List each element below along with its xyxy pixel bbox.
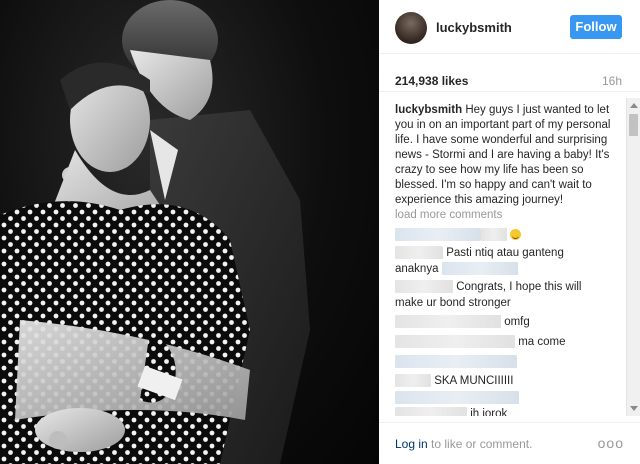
comment-text-blurred: [395, 391, 519, 405]
login-prompt: Log in to like or comment.: [395, 437, 532, 451]
comment-text: ma come: [518, 336, 566, 348]
comment-text: [481, 228, 507, 242]
post-time[interactable]: 16h: [602, 74, 622, 88]
comment: Pasti ntiq atau ganteng: [395, 245, 623, 261]
comment: [395, 227, 623, 243]
comment: [395, 390, 623, 406]
post-photo[interactable]: [0, 0, 379, 464]
caption: luckybsmith Hey guys I just wanted to le…: [395, 103, 623, 208]
comment: Congrats, I hope this will: [395, 279, 623, 295]
comment-username[interactable]: [395, 280, 453, 294]
comment: ih jorok: [395, 406, 623, 416]
comment: anaknya: [395, 261, 623, 277]
comment: omfg: [395, 314, 623, 330]
comment-username[interactable]: [395, 335, 515, 349]
grinning-face-emoji: [510, 229, 521, 241]
follow-button[interactable]: Follow: [570, 15, 622, 39]
comment-text-blurred: [395, 355, 517, 369]
post-footer: Log in to like or comment. ooo: [379, 422, 640, 464]
caption-text: Hey guys I just wanted to let you in on …: [395, 104, 611, 206]
comment-continued: make ur bond stronger: [395, 295, 623, 311]
post-side-panel: luckybsmith Follow 214,938 likes 16h luc…: [379, 0, 640, 464]
scroll-down-arrow-icon[interactable]: [630, 406, 638, 411]
login-prompt-text: to like or comment.: [427, 437, 533, 451]
comment: [395, 354, 623, 370]
comment-username[interactable]: [395, 246, 443, 260]
comment-text: omfg: [504, 316, 530, 328]
comment: ma come: [395, 334, 623, 350]
comments-list[interactable]: luckybsmith Hey guys I just wanted to le…: [379, 98, 640, 416]
comments-scrollbar[interactable]: [626, 98, 640, 416]
more-options-icon[interactable]: ooo: [598, 435, 624, 451]
comment-text-continued: anaknya: [395, 263, 439, 275]
likes-count[interactable]: 214,938 likes: [395, 74, 468, 88]
comment: SKA MUNCIIIIII: [395, 373, 623, 389]
post-stats: 214,938 likes 16h: [379, 54, 640, 92]
comment-text: ih jorok: [470, 408, 508, 416]
login-link[interactable]: Log in: [395, 437, 428, 451]
comment-text: SKA MUNCIIIIII: [434, 375, 514, 387]
username-link[interactable]: luckybsmith: [436, 20, 512, 35]
caption-username[interactable]: luckybsmith: [395, 104, 462, 116]
comment-text-continued: make ur bond stronger: [395, 297, 511, 309]
scroll-up-arrow-icon[interactable]: [630, 103, 638, 108]
comment-text: Congrats, I hope this will: [456, 281, 582, 293]
comment-username[interactable]: [395, 315, 501, 329]
post-header: luckybsmith Follow: [379, 0, 640, 54]
avatar[interactable]: [395, 12, 427, 44]
comment-username[interactable]: [395, 228, 481, 242]
post-photo-image: [0, 0, 310, 464]
scrollbar-thumb[interactable]: [629, 114, 638, 136]
comment-text: Pasti ntiq atau ganteng: [446, 247, 564, 259]
comment-text-blurred: [441, 262, 518, 276]
comment-username[interactable]: [395, 374, 431, 388]
load-more-comments-link[interactable]: load more comments: [395, 209, 502, 221]
comment-username[interactable]: [395, 407, 467, 416]
